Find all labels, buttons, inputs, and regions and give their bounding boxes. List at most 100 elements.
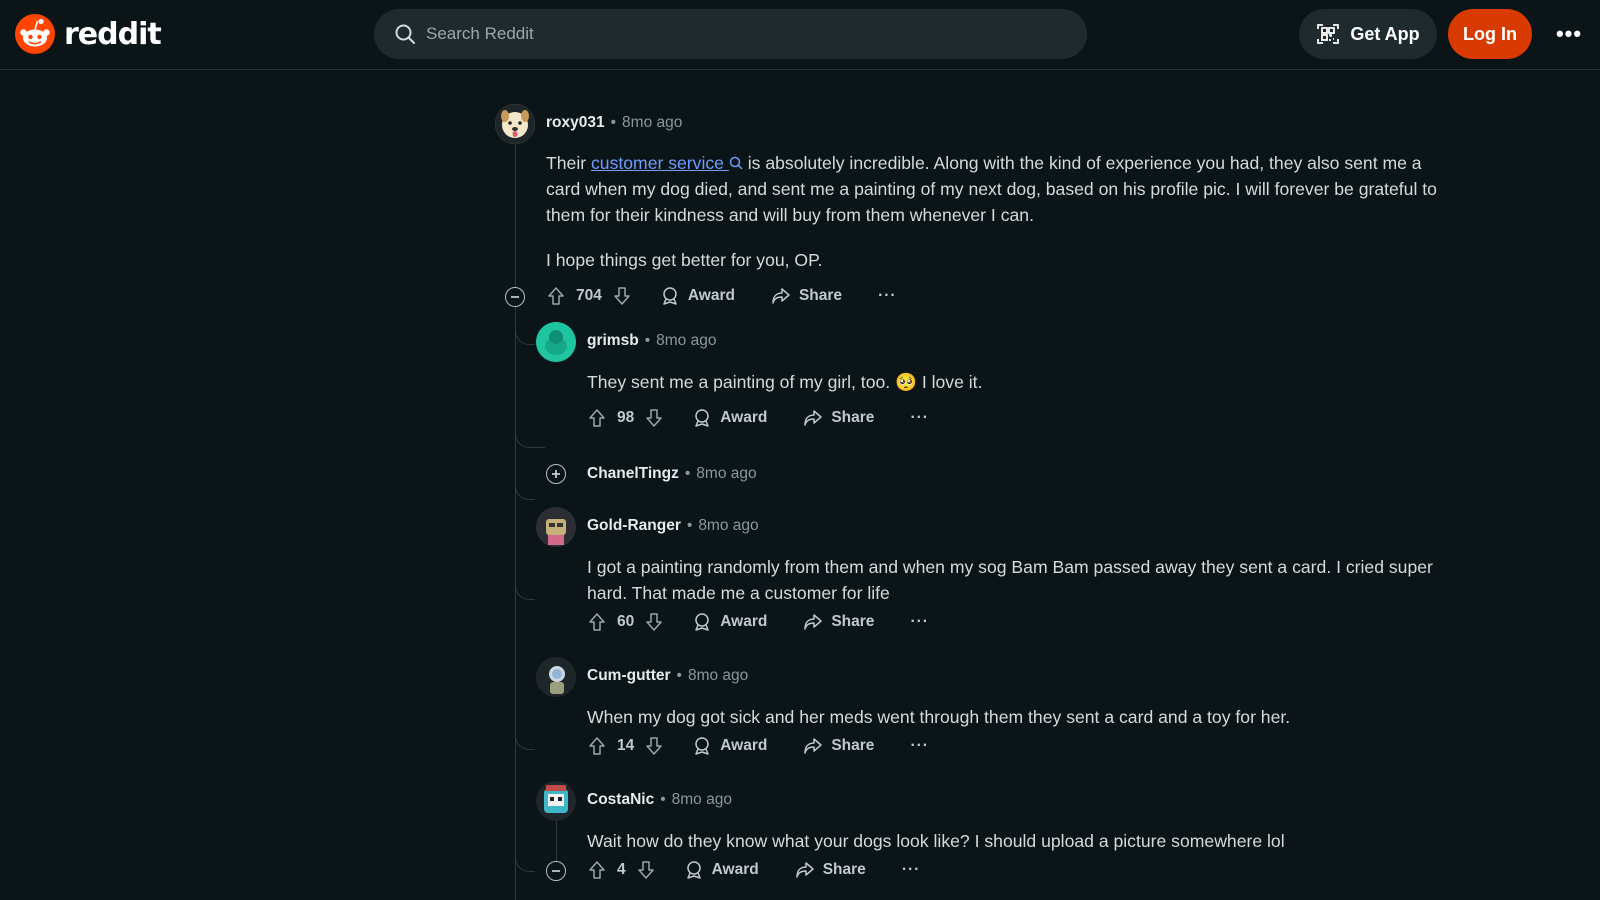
avatar[interactable] <box>536 781 576 821</box>
thread-connector <box>515 448 535 500</box>
downvote-icon[interactable] <box>644 736 664 756</box>
vote-count: 60 <box>617 613 635 630</box>
award-button[interactable]: Award <box>684 860 759 880</box>
share-label: Share <box>831 409 875 426</box>
award-button[interactable]: Award <box>692 612 767 632</box>
share-label: Share <box>831 613 875 630</box>
downvote-icon[interactable] <box>644 408 664 428</box>
search-icon <box>395 24 415 44</box>
comment-timestamp[interactable]: 8mo ago <box>696 465 756 483</box>
comment-author[interactable]: roxy031 <box>546 114 605 132</box>
get-app-button[interactable]: Get App <box>1299 9 1437 59</box>
avatar[interactable] <box>495 104 535 144</box>
thread-connector <box>515 400 545 448</box>
comment-author[interactable]: Gold-Ranger <box>587 517 681 535</box>
vote-count: 704 <box>576 287 602 304</box>
share-button[interactable]: Share <box>803 408 874 428</box>
share-icon <box>804 410 823 426</box>
comment-paragraph: When my dog got sick and her meds went t… <box>587 707 1291 727</box>
comment-timestamp[interactable]: 8mo ago <box>698 517 758 535</box>
upvote-icon[interactable] <box>587 612 607 632</box>
upvote-icon[interactable] <box>587 860 607 880</box>
upvote-icon[interactable] <box>587 736 607 756</box>
comment-more-button[interactable]: ··· <box>910 409 929 427</box>
collapse-toggle[interactable] <box>546 861 566 881</box>
downvote-icon[interactable] <box>636 860 656 880</box>
comment-author[interactable]: Cum-gutter <box>587 667 671 685</box>
snoo-avatar-icon <box>536 507 576 547</box>
comment-timestamp[interactable]: 8mo ago <box>622 114 682 132</box>
award-icon <box>695 737 709 755</box>
share-button[interactable]: Share <box>771 286 842 306</box>
comment-author[interactable]: ChanelTingz <box>587 465 679 483</box>
comment-more-button[interactable]: ··· <box>902 861 921 879</box>
avatar[interactable] <box>536 507 576 547</box>
award-icon <box>695 613 709 631</box>
avatar[interactable] <box>536 322 576 362</box>
avatar[interactable] <box>536 657 576 697</box>
comment-actions: 4 Award Share ··· <box>587 860 920 880</box>
comment-paragraph: They sent me a painting of my girl, too.… <box>587 372 983 392</box>
meta-separator: • <box>686 517 693 534</box>
snoo-avatar-icon <box>536 657 576 697</box>
search-input[interactable] <box>426 24 1026 44</box>
plus-icon <box>552 470 560 478</box>
share-icon <box>772 288 790 304</box>
share-label: Share <box>831 737 875 754</box>
comment-paragraph: I hope things get better for you, OP. <box>546 250 823 270</box>
upvote-icon[interactable] <box>546 286 566 306</box>
downvote-icon[interactable] <box>644 612 664 632</box>
vote-count: 98 <box>617 409 635 426</box>
reddit-logo-link[interactable]: reddit <box>14 13 162 55</box>
expand-toggle[interactable] <box>546 464 566 484</box>
comment-paragraph: I got a painting randomly from them and … <box>587 557 1433 603</box>
minus-icon <box>552 870 560 872</box>
comment-paragraph: Wait how do they know what your dogs loo… <box>587 831 1285 851</box>
get-app-label: Get App <box>1350 23 1420 44</box>
meta-separator: • <box>660 791 666 808</box>
comment-author[interactable]: CostaNic <box>587 791 654 809</box>
thread-connector <box>515 720 535 872</box>
log-in-button[interactable]: Log In <box>1448 9 1532 59</box>
collapse-toggle[interactable] <box>505 287 525 307</box>
snoo-avatar-icon <box>536 322 576 362</box>
share-button[interactable]: Share <box>803 612 874 632</box>
more-dots-icon: ••• <box>1555 21 1583 46</box>
meta-separator: • <box>684 465 691 482</box>
share-button[interactable]: Share <box>795 860 866 880</box>
vote-count: 4 <box>617 861 626 878</box>
comment-timestamp[interactable]: 8mo ago <box>656 332 716 350</box>
more-options-button[interactable]: ••• <box>1553 18 1585 50</box>
meta-separator: • <box>610 114 617 131</box>
share-icon <box>804 614 823 630</box>
log-in-label: Log In <box>1463 23 1517 44</box>
comment-author[interactable]: grimsb <box>587 332 639 350</box>
comment-more-button[interactable]: ··· <box>878 287 897 305</box>
comment-thread: roxy031 • 8mo ago Their customer service… <box>0 70 1600 900</box>
comment-more-button[interactable]: ··· <box>910 737 929 755</box>
meta-separator: • <box>644 332 651 349</box>
meta-separator: • <box>676 667 682 684</box>
comment-more-button[interactable]: ··· <box>910 613 929 631</box>
search-suggestion-link[interactable]: customer service <box>591 153 743 173</box>
award-icon <box>663 287 677 305</box>
thread-connector <box>515 315 535 345</box>
downvote-icon[interactable] <box>612 286 632 306</box>
qr-code-icon <box>1317 24 1340 44</box>
comment-timestamp[interactable]: 8mo ago <box>672 791 732 809</box>
comment-paragraph: Their customer service is absolutely inc… <box>546 150 1446 228</box>
comment-actions: 704 Award Share ··· <box>546 286 897 306</box>
award-button[interactable]: Award <box>692 408 767 428</box>
top-navigation-bar: reddit Get App Log In ••• <box>0 0 1600 70</box>
share-button[interactable]: Share <box>803 736 874 756</box>
share-label: Share <box>822 861 866 878</box>
vote-count: 14 <box>617 737 635 754</box>
comment-actions: 60 Award Share ··· <box>587 612 929 632</box>
upvote-icon[interactable] <box>587 408 607 428</box>
award-button[interactable]: Award <box>692 736 767 756</box>
reddit-wordmark: reddit <box>64 16 162 52</box>
award-button[interactable]: Award <box>660 286 735 306</box>
award-icon <box>695 409 709 427</box>
search-bar[interactable] <box>374 9 1087 59</box>
comment-timestamp[interactable]: 8mo ago <box>688 667 748 685</box>
